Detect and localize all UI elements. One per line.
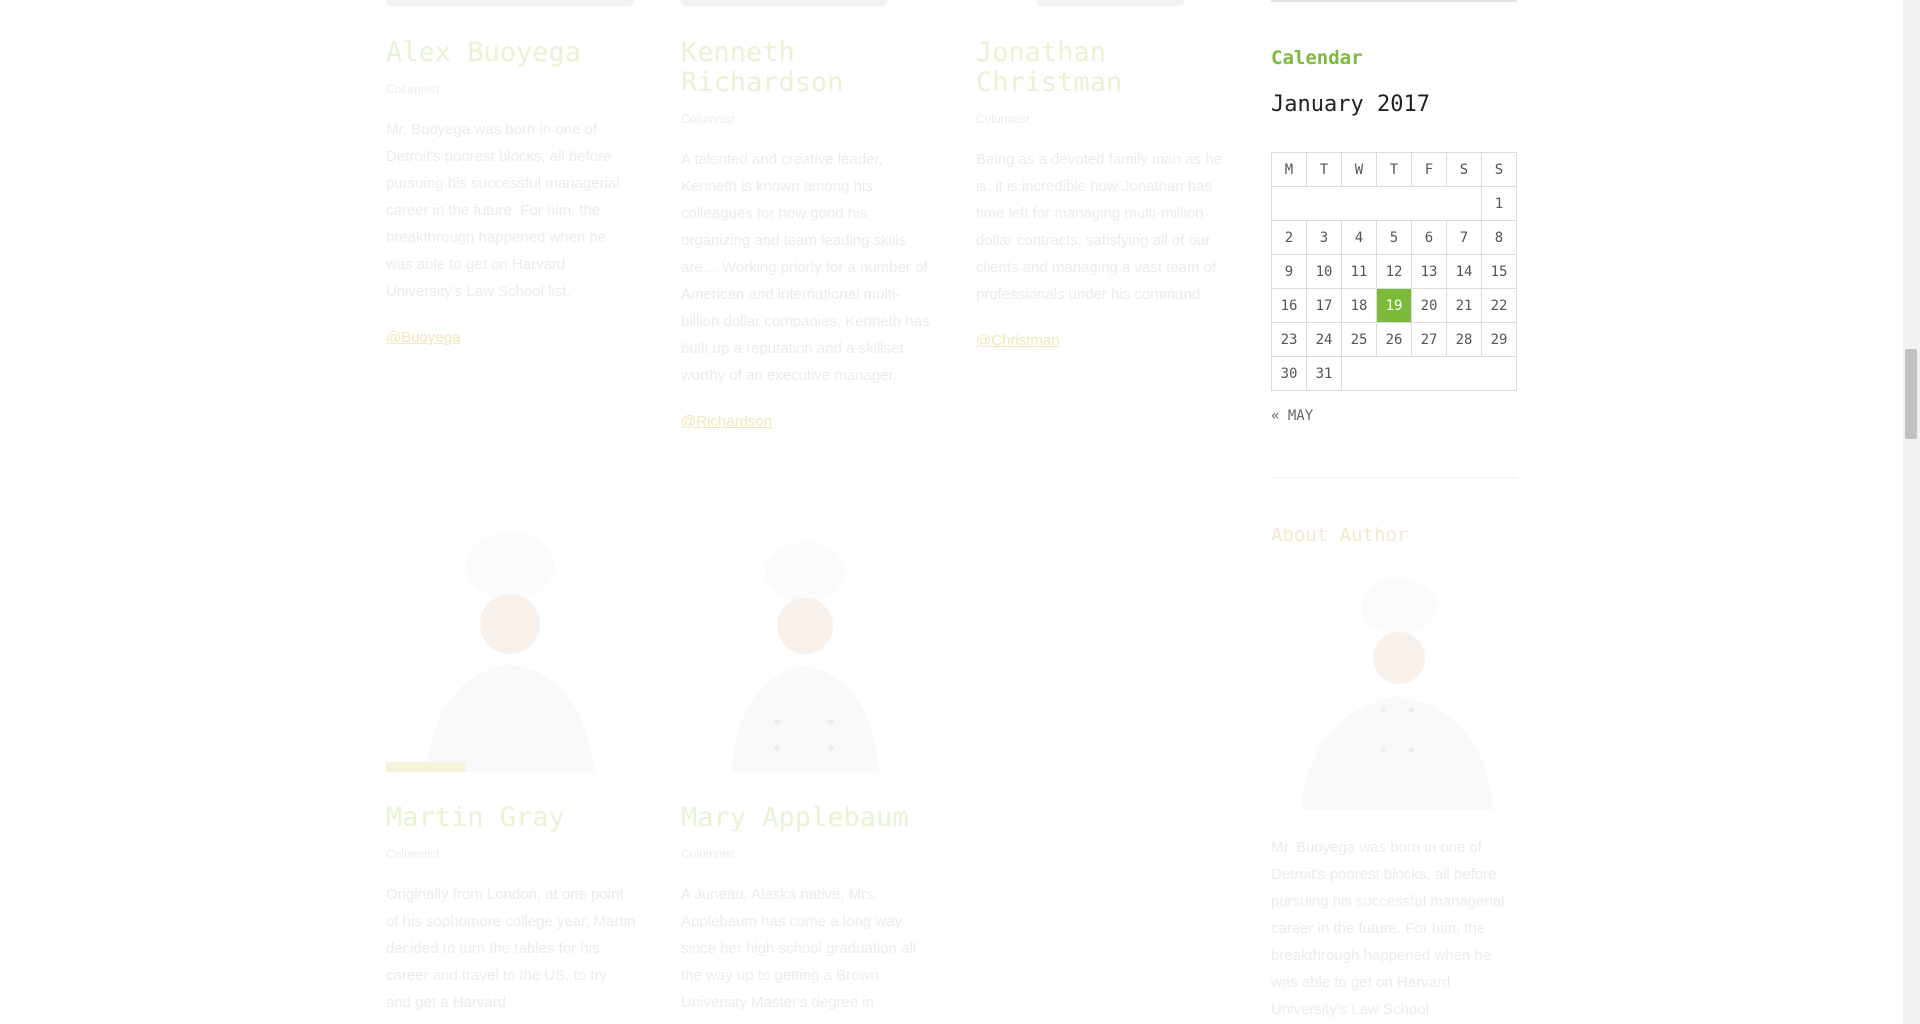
calendar-week-row: 2345678 <box>1271 220 1517 255</box>
about-author-widget-title: About Author <box>1271 524 1409 546</box>
calendar-day-cell[interactable]: 12 <box>1376 254 1412 289</box>
author-photo <box>1271 562 1517 810</box>
team-member-handle-link[interactable]: @Christman <box>976 332 1226 349</box>
team-member-role: Columnist <box>386 847 440 861</box>
calendar-day-cell[interactable]: 5 <box>1376 220 1412 255</box>
calendar-weekday-header: M <box>1271 152 1307 187</box>
calendar-week-row: 9 10 11 12 13 14 15 <box>1271 254 1517 289</box>
scrollbar-thumb[interactable] <box>1905 349 1917 439</box>
calendar-day-cell[interactable]: 7 <box>1446 220 1482 255</box>
calendar-day-cell[interactable]: 27 <box>1411 322 1447 357</box>
calendar-day-cell[interactable]: 14 <box>1446 254 1482 289</box>
calendar-day-cell[interactable]: 3 <box>1306 220 1342 255</box>
team-member-bio: Mr. Buoyega was born in one of Detroit's… <box>386 121 620 300</box>
calendar-week-row: 30 31 <box>1271 356 1517 391</box>
team-member-handle-link[interactable]: @Richardson <box>681 413 931 430</box>
team-member-name[interactable]: Mary Applebaum <box>681 803 931 833</box>
calendar-day-cell[interactable]: 10 <box>1306 254 1342 289</box>
calendar-day-cell[interactable]: 13 <box>1411 254 1447 289</box>
calendar-day-cell[interactable]: 17 <box>1306 288 1342 323</box>
team-member-role: Columnist <box>681 112 735 126</box>
team-card: Alex Buoyega Columnist Mr. Buoyega was b… <box>386 38 636 347</box>
calendar-today-cell[interactable]: 19 <box>1376 288 1412 323</box>
calendar-day-cell[interactable]: 1 <box>1481 186 1517 221</box>
chef-photo-icon <box>386 532 594 772</box>
team-member-role: Columnist <box>681 847 735 861</box>
calendar-empty-cell <box>1341 356 1517 391</box>
calendar-week-row: 1 <box>1271 186 1517 221</box>
calendar-day-cell[interactable]: 20 <box>1411 288 1447 323</box>
calendar-weekday-header: S <box>1481 152 1517 187</box>
team-member-bio: Originally from London, at one point of … <box>386 886 636 1011</box>
calendar-day-cell[interactable]: 18 <box>1341 288 1377 323</box>
calendar-day-cell[interactable]: 25 <box>1341 322 1377 357</box>
team-card: Mary Applebaum Columnist A Juneau, Alask… <box>681 803 931 1016</box>
calendar-day-cell[interactable]: 31 <box>1306 356 1342 391</box>
calendar-day-cell[interactable]: 29 <box>1481 322 1517 357</box>
calendar-month-caption: January 2017 <box>1271 92 1430 117</box>
widget-divider <box>1271 477 1517 478</box>
calendar-day-cell[interactable]: 6 <box>1411 220 1447 255</box>
calendar-table: MTWTFSS 1 2 3 4 5 6 7 8 9 10 11 12 13 14 15 16 17 18 19 20 2… <box>1271 152 1517 391</box>
team-member-name[interactable]: Kenneth Richardson <box>681 38 931 98</box>
calendar-weekday-header: F <box>1411 152 1447 187</box>
chef-photo-icon <box>731 542 879 772</box>
about-author-bio: Mr. Buoyega was born in one of Detroit's… <box>1271 839 1505 1018</box>
calendar-week-row: 23 24 25 26 27 28 29 <box>1271 322 1517 357</box>
team-member-photo[interactable] <box>681 526 929 772</box>
calendar-day-cell[interactable]: 28 <box>1446 322 1482 357</box>
photo-edge <box>1036 0 1184 6</box>
calendar-day-cell[interactable]: 23 <box>1271 322 1307 357</box>
calendar-weekday-header: W <box>1341 152 1377 187</box>
team-card: Kenneth Richardson Columnist A talented … <box>681 38 931 431</box>
team-member-role: Columnist <box>976 112 1030 126</box>
calendar-widget-title: Calendar <box>1271 47 1363 69</box>
team-member-role: Columnist <box>386 82 440 96</box>
calendar-day-cell[interactable]: 22 <box>1481 288 1517 323</box>
photo-edge <box>681 0 887 6</box>
team-card: Martin Gray Columnist Originally from Lo… <box>386 803 636 1016</box>
team-member-name[interactable]: Martin Gray <box>386 803 636 833</box>
team-member-name[interactable]: Jonathan Christman <box>976 38 1226 98</box>
calendar-day-cell[interactable]: 4 <box>1341 220 1377 255</box>
calendar-day-cell[interactable]: 26 <box>1376 322 1412 357</box>
calendar-day-cell[interactable]: 24 <box>1306 322 1342 357</box>
calendar-weekday-header: T <box>1306 152 1342 187</box>
team-member-bio: Being as a devoted family man as he is, … <box>976 151 1222 303</box>
calendar-week-row: 16 17 18 19 20 21 22 <box>1271 288 1517 323</box>
calendar-day-cell[interactable]: 16 <box>1271 288 1307 323</box>
team-member-handle-link[interactable]: @Buoyega <box>386 329 636 346</box>
team-card: Jonathan Christman Columnist Being as a … <box>976 38 1226 350</box>
calendar-day-cell[interactable]: 30 <box>1271 356 1307 391</box>
calendar-day-cell[interactable]: 11 <box>1341 254 1377 289</box>
calendar-empty-cell <box>1271 186 1482 221</box>
photo-edge <box>386 0 634 6</box>
calendar-weekday-header: S <box>1446 152 1482 187</box>
scrollbar-track[interactable] <box>1903 0 1920 1024</box>
chef-photo-icon <box>1301 578 1493 810</box>
calendar-day-cell[interactable]: 8 <box>1481 220 1517 255</box>
team-member-name[interactable]: Alex Buoyega <box>386 38 636 68</box>
calendar-day-cell[interactable]: 2 <box>1271 220 1307 255</box>
team-member-bio: A Juneau, Alaska native, Mrs. Applebaum … <box>681 886 917 1011</box>
calendar-weekday-header: T <box>1376 152 1412 187</box>
calendar-day-cell[interactable]: 9 <box>1271 254 1307 289</box>
widget-divider <box>1271 0 1517 2</box>
calendar-weekday-row: MTWTFSS <box>1271 152 1517 187</box>
team-member-bio: A talented and creative leader, Kenneth … <box>681 151 930 384</box>
calendar-prev-month-link[interactable]: « MAY <box>1271 408 1313 424</box>
calendar-day-cell[interactable]: 21 <box>1446 288 1482 323</box>
team-member-photo[interactable] <box>386 526 634 772</box>
calendar-day-cell[interactable]: 15 <box>1481 254 1517 289</box>
